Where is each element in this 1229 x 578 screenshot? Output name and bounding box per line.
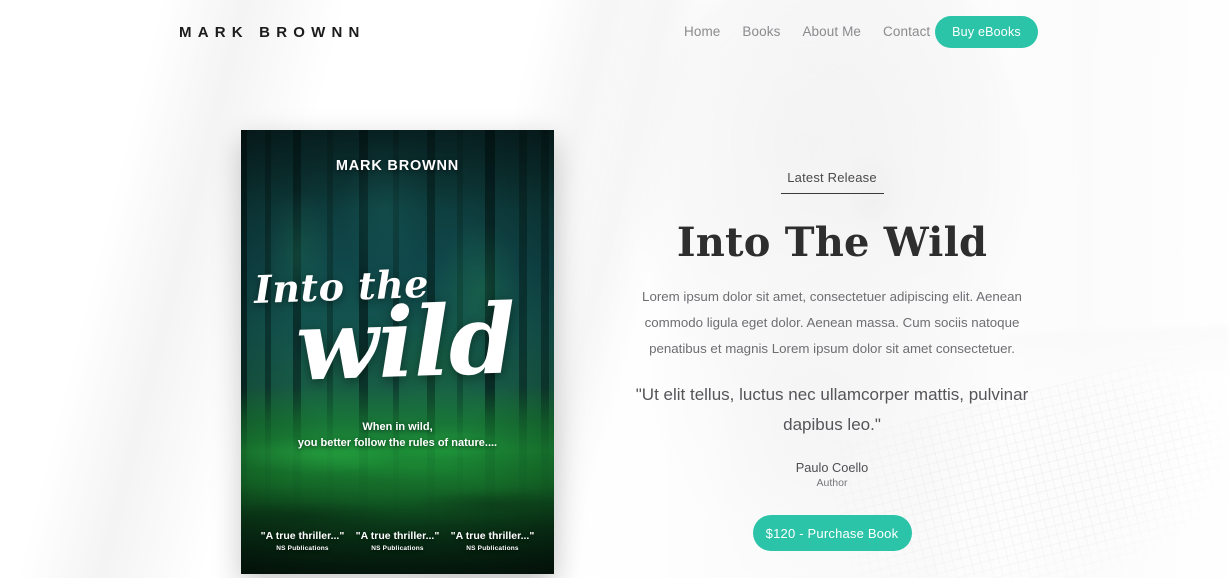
page-title: Into The Wild <box>676 219 988 266</box>
latest-release-underline <box>780 193 884 194</box>
primary-navigation: Home Books About Me Contact <box>684 24 952 39</box>
hero-content: Latest Release Into The Wild Lorem ipsum… <box>612 170 1052 552</box>
cover-tagline-line-2: you better follow the rules of nature...… <box>297 436 498 449</box>
nav-item-books[interactable]: Books <box>742 24 780 39</box>
nav-item-home[interactable]: Home <box>684 24 720 39</box>
cover-review-item: "A true thriller..." NS Publications <box>445 530 540 552</box>
cover-review-quote: "A true thriller..." <box>355 530 440 542</box>
quote-author-role: Author <box>816 477 848 490</box>
latest-release-label-wrap: Latest Release <box>612 170 1052 194</box>
hero-page: MARK BROWNN Home Books About Me Contact … <box>0 0 1229 578</box>
book-cover[interactable]: MARK BROWNN Into the wild When in wild, … <box>241 130 554 574</box>
pull-quote: "Ut elit tellus, luctus nec ullamcorper … <box>635 384 1029 435</box>
cover-review-source: NS Publications <box>276 545 329 552</box>
cover-review-source: NS Publications <box>371 545 424 552</box>
nav-item-about-me[interactable]: About Me <box>802 24 861 39</box>
cover-title-line-2: wild <box>294 282 517 403</box>
latest-release-label: Latest Release <box>787 170 877 185</box>
cover-tagline-line-1: When in wild, <box>362 421 433 433</box>
cover-review-source: NS Publications <box>466 545 519 552</box>
quote-author-name: Paulo Coello <box>795 460 869 476</box>
site-logo[interactable]: MARK BROWNN <box>179 24 366 41</box>
cover-author-name: MARK BROWNN <box>335 158 460 174</box>
cover-review-quote: "A true thriller..." <box>450 530 535 542</box>
nav-item-contact[interactable]: Contact <box>883 24 930 39</box>
cover-reviews: "A true thriller..." NS Publications "A … <box>255 530 540 552</box>
buy-ebooks-button[interactable]: Buy eBooks <box>935 16 1038 48</box>
cover-title: Into the wild <box>241 261 554 403</box>
site-header: MARK BROWNN Home Books About Me Contact … <box>0 0 1229 66</box>
cover-tagline: When in wild, you better follow the rule… <box>241 420 554 452</box>
cover-review-item: "A true thriller..." NS Publications <box>255 530 350 552</box>
purchase-book-button[interactable]: $120 - Purchase Book <box>752 515 912 552</box>
description-paragraph: Lorem ipsum dolor sit amet, consectetuer… <box>642 289 1022 356</box>
cover-review-quote: "A true thriller..." <box>260 530 345 542</box>
cover-review-item: "A true thriller..." NS Publications <box>350 530 445 552</box>
